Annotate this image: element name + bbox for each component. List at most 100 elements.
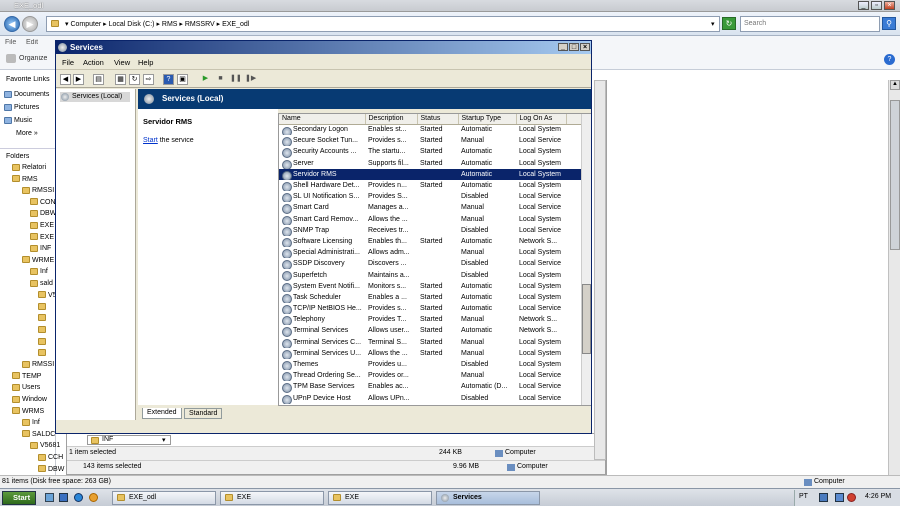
service-row[interactable]: Superfetch Maintains a... Disabled Local Sy… [279, 269, 590, 281]
taskbar-button-services[interactable]: Services [436, 491, 540, 505]
show-desktop-icon[interactable] [45, 493, 54, 502]
service-row[interactable]: Secondary Logon Enables st... Started Autom… [279, 124, 590, 136]
service-row[interactable]: SL UI Notification S... Provides S... Disa… [279, 191, 590, 203]
service-row[interactable]: SNMP Trap Receives tr... Disabled Local Ser… [279, 225, 590, 236]
service-row[interactable]: TCP/IP NetBIOS He... Provides s... Started… [279, 303, 590, 315]
service-row[interactable]: SSDP Discovery Discovers ... Disabled Local… [279, 258, 590, 270]
refresh-icon[interactable]: ↻ [129, 74, 140, 85]
folder-tree-item[interactable]: WRME [22, 255, 54, 266]
help-icon[interactable]: ? [884, 54, 895, 65]
security-icon[interactable] [847, 493, 856, 502]
service-row[interactable]: Special Administrati... Allows adm... Manu… [279, 247, 590, 259]
back-icon[interactable]: ◀ [60, 74, 71, 85]
folder-tree-item[interactable]: SALDC [22, 429, 55, 440]
internet-explorer-icon[interactable] [74, 493, 83, 502]
favorite-documents[interactable]: Documents [4, 89, 49, 100]
organize-button[interactable]: Organize [19, 55, 47, 62]
folder-tree-item[interactable]: Relatori [12, 162, 46, 173]
folder-tree-item[interactable] [38, 324, 48, 335]
service-row[interactable]: Terminal Services Allows user... Started Au… [279, 325, 590, 337]
folder-tree-item[interactable]: sald [30, 278, 53, 289]
folder-tree-item[interactable]: Inf [30, 266, 48, 277]
menu-help[interactable]: Help [138, 58, 153, 67]
services-close-button[interactable]: × [580, 43, 590, 51]
service-row[interactable]: TPM Base Services Enables ac... Automatic … [279, 381, 590, 393]
inner-scrollbar[interactable] [594, 80, 606, 460]
back-button[interactable]: ◀ [4, 16, 20, 32]
address-field[interactable]: ▾ Computer ▸ Local Disk (C:) ▸ RMS ▸ RMS… [46, 16, 720, 32]
forward-button[interactable]: ▶ [22, 16, 38, 32]
folder-tree-item[interactable]: V5 [38, 290, 57, 301]
inner-folder-row[interactable]: INF ▾ [87, 435, 171, 445]
service-row[interactable]: System Event Notifi... Monitors s... Start… [279, 281, 590, 292]
favorite-music[interactable]: Music [4, 115, 32, 126]
service-row[interactable]: Task Scheduler Enables a ... Started Automa… [279, 292, 590, 303]
services-minimize-button[interactable]: _ [558, 43, 568, 51]
service-row[interactable]: Thread Ordering Se... Provides or... Manua… [279, 370, 590, 382]
folder-tree-item[interactable] [38, 348, 48, 359]
column-header-name[interactable]: Name [279, 114, 366, 125]
export-icon[interactable]: ⇨ [143, 74, 154, 85]
show-hide-icon[interactable]: ▣ [177, 74, 188, 85]
service-row[interactable]: UPnP Device Host Allows UPn... Disabled Loc… [279, 393, 590, 404]
service-row[interactable]: Servidor RMS Automatic Local System [279, 168, 590, 180]
start-button[interactable]: Start [2, 491, 36, 505]
tab-standard[interactable]: Standard [184, 408, 223, 419]
menu-view[interactable]: View [114, 58, 130, 67]
folder-tree-item[interactable]: RMS [12, 174, 38, 185]
clock[interactable]: 4:26 PM [865, 493, 891, 500]
restore-button[interactable]: ▫ [871, 1, 882, 10]
refresh-icon[interactable]: ↻ [722, 17, 736, 30]
folder-tree-item[interactable]: EXE [30, 232, 54, 243]
folder-tree-item[interactable]: EXE [30, 220, 54, 231]
folder-tree-item[interactable]: CON [30, 197, 56, 208]
chevron-down-icon[interactable]: ▾ [711, 20, 715, 28]
search-input[interactable]: Search [740, 16, 880, 32]
service-row[interactable]: Server Supports fil... Started Automatic Loc… [279, 158, 590, 169]
menu-edit[interactable]: Edit [26, 39, 38, 46]
service-row[interactable]: Terminal Services C... Terminal S... Start… [279, 337, 590, 348]
folder-tree-item[interactable]: RMSSI [22, 185, 54, 196]
taskbar-button-exe-1[interactable]: EXE [220, 491, 324, 505]
folder-tree-item[interactable]: CCH [38, 452, 63, 463]
taskbar-button-exe-2[interactable]: EXE [328, 491, 432, 505]
media-player-icon[interactable] [89, 493, 98, 502]
folder-tree-item[interactable] [38, 301, 48, 312]
menu-file[interactable]: File [5, 39, 16, 46]
console-tree-icon[interactable]: ▤ [93, 74, 104, 85]
scroll-thumb[interactable] [890, 100, 900, 250]
folder-tree-item[interactable]: TEMP [12, 371, 41, 382]
folder-tree-item[interactable]: Inf [22, 417, 40, 428]
minimize-button[interactable]: _ [858, 1, 869, 10]
service-row[interactable]: Security Accounts ... The startu... Starte… [279, 146, 590, 158]
taskbar-button-exe-odl[interactable]: EXE_odl [112, 491, 216, 505]
switch-windows-icon[interactable] [59, 493, 68, 502]
menu-file[interactable]: File [62, 58, 74, 67]
menu-action[interactable]: Action [83, 58, 104, 67]
tab-extended[interactable]: Extended [142, 408, 182, 419]
restart-service-icon[interactable]: ❚▶ [245, 74, 256, 85]
service-row[interactable]: Secure Socket Tun... Provides s... Started… [279, 135, 590, 147]
column-header-status[interactable]: Status [417, 114, 459, 125]
folder-tree-item[interactable]: Window [12, 394, 47, 405]
service-row[interactable]: Software Licensing Enables th... Started Au… [279, 236, 590, 248]
service-row[interactable]: Smart Card Remov... Allows the ... Manual L… [279, 214, 590, 225]
service-row[interactable]: Shell Hardware Det... Provides n... Starte… [279, 180, 590, 192]
scroll-thumb[interactable] [582, 284, 591, 354]
start-service-icon[interactable]: ▶ [200, 74, 211, 85]
close-button[interactable]: × [884, 1, 895, 10]
vertical-scrollbar[interactable]: ▲ [888, 80, 900, 475]
folder-tree-item[interactable] [38, 313, 48, 324]
folder-tree-item[interactable]: WRMS [12, 406, 44, 417]
pause-service-icon[interactable]: ❚❚ [230, 74, 242, 85]
favorite-more[interactable]: More » [16, 128, 38, 139]
services-maximize-button[interactable]: □ [569, 43, 579, 51]
service-row[interactable]: Themes Provides u... Disabled Local System [279, 359, 590, 371]
favorite-pictures[interactable]: Pictures [4, 102, 39, 113]
scroll-up-icon[interactable]: ▲ [890, 80, 900, 90]
column-header-startup-type[interactable]: Startup Type [458, 114, 517, 125]
stop-service-icon[interactable]: ■ [215, 74, 226, 85]
chevron-down-icon[interactable]: ▾ [162, 436, 166, 444]
tree-item-services-local[interactable]: Services (Local) [60, 92, 130, 102]
forward-icon[interactable]: ▶ [73, 74, 84, 85]
